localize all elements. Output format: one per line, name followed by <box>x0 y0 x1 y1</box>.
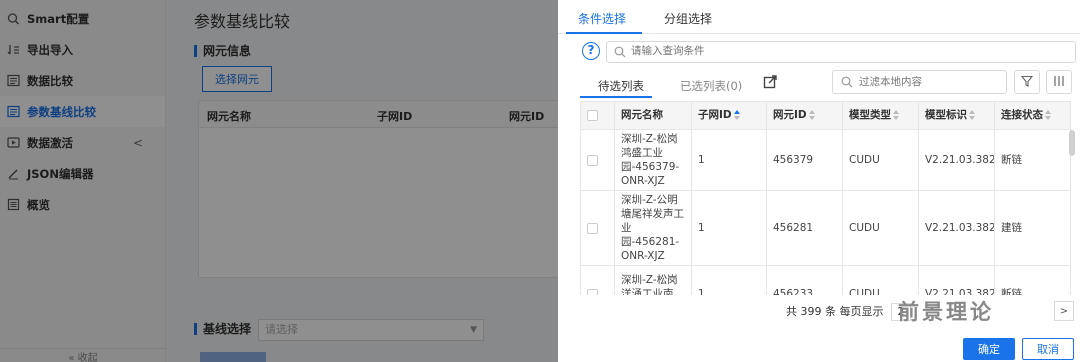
cell-status: 断链 <box>994 265 1071 295</box>
row-checkbox[interactable] <box>587 222 598 234</box>
table-row[interactable]: 深圳-Z-公明塘尾祥发声工业园-456281-ONR-XJZ 1 456281 … <box>580 190 1071 266</box>
tab-pending-list[interactable]: 待选列表 <box>598 78 644 94</box>
filter-button[interactable] <box>1014 70 1040 94</box>
watermark: 前景理论 <box>898 300 994 324</box>
ne-table: 网元名称 子网ID 网元ID 模型类型 模型标识 连接状态 深圳-Z-松岗鸿盛工… <box>580 101 1071 295</box>
search-icon <box>841 76 853 91</box>
column-header-label: 网元名称 <box>621 109 663 121</box>
local-filter-input[interactable] <box>859 76 999 88</box>
cell-ne-name: 深圳-Z-松岗洋涌工业南路-456233- <box>614 265 692 295</box>
column-header-ne-id[interactable]: 网元ID <box>766 101 843 130</box>
local-filter-field[interactable] <box>832 70 1007 94</box>
tab-condition-select[interactable]: 条件选择 <box>578 10 626 27</box>
pagination-total: 共 399 条 每页显示 <box>786 305 884 318</box>
cell-status: 断链 <box>994 129 1071 191</box>
cell-model-type: CUDU <box>842 190 919 266</box>
chevron-right-icon: > <box>1059 305 1069 317</box>
cell-subnet-id: 1 <box>691 129 767 191</box>
table-row[interactable]: 深圳-Z-松岗鸿盛工业园-456379-ONR-XJZ 1 456379 CUD… <box>580 129 1071 191</box>
cell-subnet-id: 1 <box>691 190 767 266</box>
cell-subnet-id: 1 <box>691 265 767 295</box>
column-header-label: 模型类型 <box>849 109 891 121</box>
ne-list-table: 网元名称 子网ID 网元ID 模型类型 模型标识 连接状态 深圳-Z-松岗鸿盛工… <box>580 101 1078 295</box>
cell-model-id: V2.21.03.382.34 <box>918 265 995 295</box>
query-input[interactable] <box>631 45 1061 57</box>
active-tab-indicator <box>566 32 642 34</box>
sort-icon[interactable] <box>1045 110 1051 120</box>
subtab-indicator <box>580 96 652 98</box>
column-header-name[interactable]: 网元名称 <box>614 101 692 130</box>
select-drawer: 条件选择 分组选择 ? 待选列表 已选列表(0) <box>558 0 1080 362</box>
column-header-model-id[interactable]: 模型标识 <box>918 101 995 130</box>
next-page-button[interactable]: > <box>1054 301 1074 321</box>
cell-model-id: V2.21.03.382.34 <box>918 129 995 191</box>
sort-icon[interactable] <box>969 110 975 120</box>
cell-model-type: CUDU <box>842 265 919 295</box>
row-checkbox[interactable] <box>587 154 598 166</box>
cell-ne-id: 456281 <box>766 190 843 266</box>
column-header-label: 子网ID <box>698 109 732 121</box>
drawer-tabs: 条件选择 分组选择 <box>558 0 1080 34</box>
cell-ne-name: 深圳-Z-松岗鸿盛工业园-456379-ONR-XJZ <box>614 129 692 191</box>
search-icon <box>614 46 626 61</box>
column-header-label: 网元ID <box>773 109 807 121</box>
pagination: 共 399 条 每页显示 2 <box>786 303 911 321</box>
column-header-status[interactable]: 连接状态 <box>994 101 1071 130</box>
table-scrollbar[interactable] <box>1069 130 1075 156</box>
cell-model-type: CUDU <box>842 129 919 191</box>
column-header-model-type[interactable]: 模型类型 <box>842 101 919 130</box>
table-header-row: 网元名称 子网ID 网元ID 模型类型 模型标识 连接状态 <box>580 101 1071 130</box>
columns-icon <box>1053 75 1065 90</box>
sort-icon[interactable] <box>893 110 899 120</box>
column-header-label: 连接状态 <box>1001 109 1043 121</box>
query-search-field[interactable] <box>606 41 1076 63</box>
cell-model-id: V2.21.03.382.34 <box>918 190 995 266</box>
confirm-button[interactable]: 确定 <box>963 338 1015 360</box>
select-all-checkbox[interactable] <box>587 109 598 121</box>
row-checkbox[interactable] <box>587 288 598 295</box>
export-icon[interactable] <box>763 74 778 92</box>
modal-overlay[interactable] <box>0 0 558 362</box>
tab-selected-list[interactable]: 已选列表(0) <box>680 78 742 94</box>
help-icon[interactable]: ? <box>582 42 600 60</box>
cancel-button[interactable]: 取消 <box>1022 338 1074 360</box>
table-row[interactable]: 深圳-Z-松岗洋涌工业南路-456233- 1 456233 CUDU V2.2… <box>580 265 1071 295</box>
cell-ne-name: 深圳-Z-公明塘尾祥发声工业园-456281-ONR-XJZ <box>614 190 692 266</box>
column-settings-button[interactable] <box>1046 70 1072 94</box>
column-header-label: 模型标识 <box>925 109 967 121</box>
tab-group-select[interactable]: 分组选择 <box>664 10 712 27</box>
sort-icon[interactable] <box>733 110 740 120</box>
column-header-subnet[interactable]: 子网ID <box>691 101 767 130</box>
filter-icon <box>1020 75 1034 90</box>
cell-ne-id: 456233 <box>766 265 843 295</box>
cell-ne-id: 456379 <box>766 129 843 191</box>
select-all-cell[interactable] <box>580 101 615 130</box>
sort-icon[interactable] <box>808 110 815 120</box>
cell-status: 建链 <box>994 190 1071 266</box>
